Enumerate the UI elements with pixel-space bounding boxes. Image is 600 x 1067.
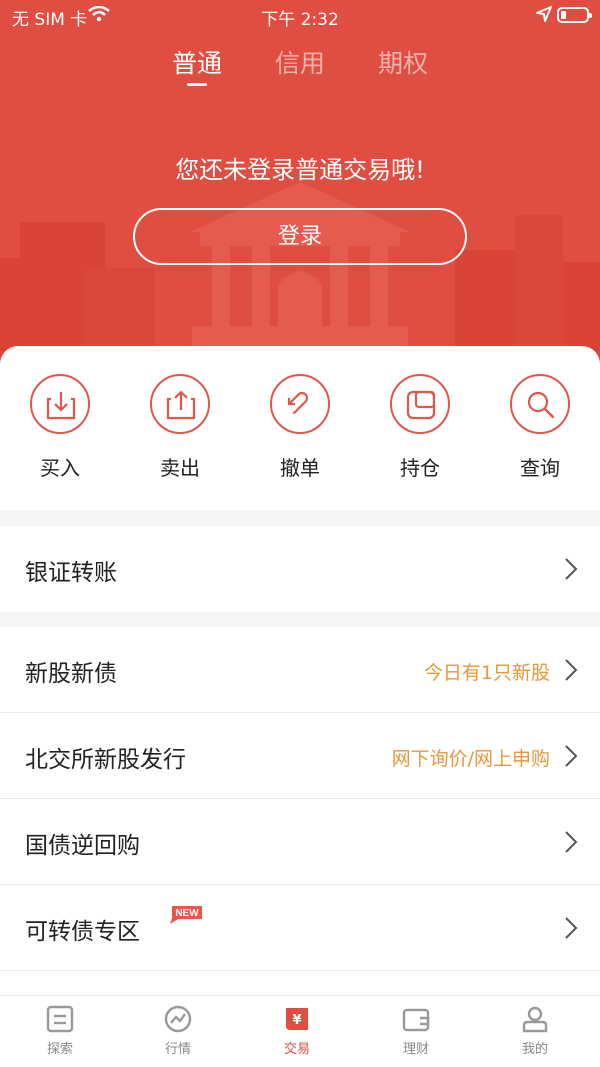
row-convertible-title: 可转债专区 <box>25 919 140 945</box>
battery-icon <box>557 7 592 23</box>
profile-icon <box>522 1006 548 1033</box>
login-button[interactable]: 登录 <box>133 208 467 265</box>
row-repo-title: 国债逆回购 <box>25 833 140 859</box>
chevron-right-icon <box>565 558 578 580</box>
action-position-label: 持仓 <box>400 456 440 480</box>
account-type-tabs: 普通 信用 期权 <box>0 44 600 94</box>
svg-text:¥: ¥ <box>292 1013 301 1028</box>
action-cancel-order-label: 撤单 <box>280 456 320 480</box>
row-bse-ipo[interactable]: 北交所新股发行 网下询价/网上申购 <box>0 713 600 799</box>
cancel-order-icon <box>287 391 309 415</box>
row-ipo-title: 新股新债 <box>25 661 117 687</box>
status-bar: 无 SIM 卡 下午 2:32 <box>0 0 600 30</box>
new-badge: NEW <box>170 906 202 924</box>
sell-icon <box>166 390 196 420</box>
divider <box>0 970 600 971</box>
login-prompt: 您还未登录普通交易哦! <box>175 156 425 184</box>
action-cancel-order[interactable]: 撤单 <box>250 374 350 481</box>
row-bse-ipo-hint: 网下询价/网上申购 <box>391 748 550 770</box>
action-sell[interactable]: 卖出 <box>130 374 230 481</box>
tabbar-explore-label: 探索 <box>46 1042 73 1057</box>
action-buy-label: 买入 <box>40 456 80 480</box>
row-repo[interactable]: 国债逆回购 <box>0 799 600 885</box>
chevron-right-icon <box>565 659 578 681</box>
tabbar-explore[interactable]: 探索 <box>0 1004 120 1057</box>
row-convertible[interactable]: 可转债专区 NEW <box>0 885 600 971</box>
hero-banner: 无 SIM 卡 下午 2:32 普通 信用 期权 您还未登录普通交易哦! 登录 <box>0 0 600 370</box>
row-ipo[interactable]: 新股新债 今日有1只新股 <box>0 627 600 713</box>
chevron-right-icon <box>565 917 578 939</box>
tabbar-profile-label: 我的 <box>521 1042 548 1057</box>
tab-normal[interactable]: 普通 <box>147 44 247 86</box>
row-ipo-hint: 今日有1只新股 <box>423 662 550 684</box>
chevron-right-icon <box>565 831 578 853</box>
tabbar-market[interactable]: 行情 <box>118 1004 238 1057</box>
clock: 下午 2:32 <box>261 10 339 30</box>
tab-options-label: 期权 <box>377 49 428 78</box>
tabbar-market-label: 行情 <box>164 1042 191 1057</box>
tabbar-trade-label: 交易 <box>283 1042 310 1057</box>
tabbar-trade[interactable]: ¥ 交易 <box>237 1004 357 1057</box>
tab-options[interactable]: 期权 <box>353 44 453 80</box>
chevron-right-icon <box>565 745 578 767</box>
services-section: 新股新债 今日有1只新股 北交所新股发行 网下询价/网上申购 国债逆回购 可转债… <box>0 627 600 995</box>
row-bank-transfer[interactable]: 银证转账 <box>0 526 600 612</box>
active-tab-indicator <box>187 83 207 86</box>
position-icon <box>406 390 436 420</box>
tab-credit-label: 信用 <box>274 49 325 78</box>
location-icon <box>536 6 552 22</box>
new-badge-text: NEW <box>175 908 199 919</box>
tab-credit[interactable]: 信用 <box>250 44 350 80</box>
trade-icon: ¥ <box>286 1008 308 1030</box>
search-icon <box>527 391 555 419</box>
market-icon <box>164 1005 192 1033</box>
explore-icon <box>46 1005 74 1033</box>
quick-actions: 买入 卖出 撤单 持仓 查询 <box>0 346 600 510</box>
action-query-label: 查询 <box>520 456 560 480</box>
row-bse-ipo-title: 北交所新股发行 <box>25 747 186 773</box>
tab-normal-label: 普通 <box>171 49 222 78</box>
wallet-icon <box>402 1008 430 1032</box>
buy-icon <box>46 392 76 420</box>
row-bank-transfer-title: 银证转账 <box>25 560 117 586</box>
transfer-section: 银证转账 <box>0 526 600 612</box>
tabbar-profile[interactable]: 我的 <box>475 1004 595 1057</box>
action-buy[interactable]: 买入 <box>10 374 110 481</box>
action-query[interactable]: 查询 <box>490 374 590 481</box>
tabbar-wealth[interactable]: 理财 <box>356 1004 476 1057</box>
bottom-tab-bar: 探索 行情 ¥ 交易 理财 我的 <box>0 995 600 1067</box>
action-sell-label: 卖出 <box>160 456 200 480</box>
action-position[interactable]: 持仓 <box>370 374 470 481</box>
tabbar-wealth-label: 理财 <box>402 1042 429 1057</box>
